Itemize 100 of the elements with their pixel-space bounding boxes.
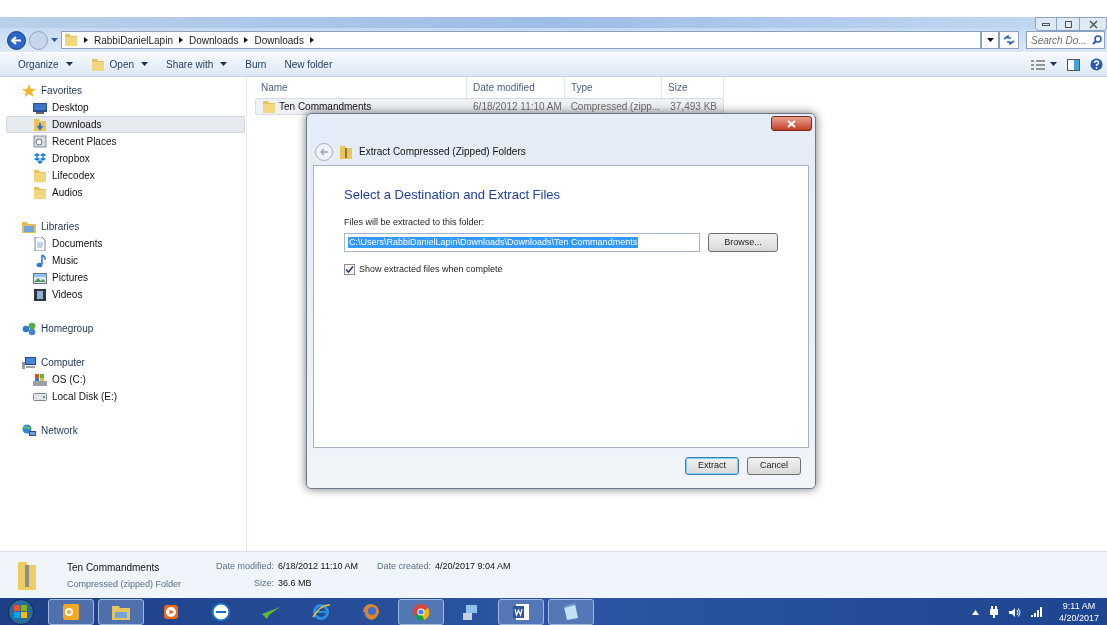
checkbox[interactable] <box>344 264 355 276</box>
refresh-icon <box>1003 35 1015 45</box>
sidebar-item[interactable]: Desktop <box>6 99 245 116</box>
drive-icon <box>33 372 47 387</box>
dropdown-caret-icon[interactable] <box>51 37 58 43</box>
picture-icon <box>33 270 47 285</box>
table-cell-text: 37,493 KB <box>670 100 717 114</box>
caret-icon <box>65 62 73 67</box>
detail-value: 4/20/2017 9:04 AM <box>435 560 511 573</box>
minimize-button[interactable] <box>1035 17 1057 31</box>
file-name: Ten Commandments <box>67 561 161 575</box>
sidebar-item[interactable]: Pictures <box>6 269 245 286</box>
sidebar-group[interactable]: Homegroup <box>6 320 245 337</box>
signal-bars-icon[interactable] <box>1030 607 1043 617</box>
detail-label: Date created: <box>377 560 432 573</box>
search-field[interactable]: Search Do... <box>1026 31 1105 49</box>
circle-logo-icon <box>211 602 231 622</box>
file-row[interactable]: Ten Commandments 6/18/2012 11:10 AM Compressed (zipp... 37,493 KB <box>255 98 724 115</box>
speaker-icon[interactable] <box>1008 606 1021 618</box>
caret-icon <box>141 62 149 67</box>
sidebar-group[interactable]: Libraries <box>6 218 245 235</box>
sidebar-item[interactable]: Music <box>6 252 245 269</box>
address-bar[interactable]: RabbiDanielLapin Downloads Downloads <box>61 31 981 49</box>
table-cell-text: Compressed (zipp... <box>570 100 661 114</box>
breadcrumb-item[interactable]: Downloads <box>188 32 239 48</box>
play-button-icon <box>161 602 181 622</box>
refresh-button[interactable] <box>999 31 1019 49</box>
sidebar-group[interactable]: Favorites <box>6 82 245 99</box>
globe-icon <box>22 423 36 438</box>
dialog-title: Extract Compressed (Zipped) Folders <box>359 145 526 159</box>
detail-value: 36.6 MB <box>278 576 313 590</box>
back-arrow-icon <box>319 147 329 156</box>
chrome-circle-icon <box>411 602 431 622</box>
caret-icon <box>1050 62 1057 67</box>
document-w-icon <box>511 602 531 622</box>
dialog-button[interactable]: Cancel <box>747 457 801 475</box>
notepad-icon <box>561 602 581 622</box>
show-hidden-icons-icon[interactable] <box>971 609 979 615</box>
restore-button[interactable] <box>1057 17 1079 31</box>
breadcrumb-arrow-icon[interactable] <box>309 37 314 43</box>
path-text: C:\Users\RabbiDanielLapin\Downloads\Downloads\Ten Commandments <box>348 237 639 248</box>
view-options-button[interactable] <box>1031 59 1057 70</box>
monitor-icon <box>461 602 481 622</box>
toolbar-button[interactable]: New folder <box>276 54 341 75</box>
sidebar-item[interactable]: Recent Places <box>6 133 245 150</box>
preview-pane-icon[interactable] <box>1067 58 1080 71</box>
folder-icon <box>64 33 78 47</box>
back-arrow-icon <box>11 35 22 45</box>
toolbar-button[interactable]: Share with <box>158 54 236 75</box>
library-icon <box>22 219 36 234</box>
close-icon <box>787 119 796 128</box>
zip-folder-icon <box>262 99 276 114</box>
dialog-close-button[interactable] <box>771 116 812 131</box>
browse-button[interactable]: Browse... <box>708 233 778 252</box>
power-plug-icon[interactable] <box>988 606 999 618</box>
table-cell-text: 6/18/2012 11:10 AM <box>473 100 562 114</box>
folder-icon <box>33 185 47 200</box>
history-dropdown-button[interactable] <box>981 31 999 49</box>
dialog-heading: Select a Destination and Extract Files <box>344 186 562 204</box>
fox-globe-icon <box>361 602 381 622</box>
monitor-icon <box>33 100 47 115</box>
zip-folder-icon <box>18 560 36 590</box>
zip-folder-icon <box>340 144 352 159</box>
help-icon[interactable] <box>1090 58 1103 71</box>
sidebar-item[interactable]: Lifecodex <box>6 167 245 184</box>
detail-label: Date modified: <box>215 560 275 573</box>
caret-icon <box>986 37 994 43</box>
detail-value: 6/18/2012 11:10 AM <box>278 560 359 573</box>
sidebar-item[interactable]: Documents <box>6 235 245 252</box>
toolbar-button[interactable]: Open <box>82 54 157 75</box>
sidebar-item[interactable]: Downloads <box>6 116 245 133</box>
sidebar-item[interactable]: Audios <box>6 184 245 201</box>
detail-label: Size: <box>253 576 275 590</box>
sidebar-item[interactable]: Local Disk (E:) <box>6 388 245 405</box>
breadcrumb-item[interactable]: RabbiDanielLapin <box>94 32 173 48</box>
breadcrumb-arrow-icon[interactable] <box>178 37 183 43</box>
breadcrumb-item[interactable]: Downloads <box>254 32 304 48</box>
date-text: 4/20/2017 <box>1058 612 1099 624</box>
start-button[interactable] <box>8 599 34 625</box>
breadcrumb-arrow-icon[interactable] <box>244 37 249 43</box>
close-button[interactable] <box>1079 17 1107 31</box>
checkbox-label: Show extracted files when complete <box>359 263 503 276</box>
computer-icon <box>22 355 36 370</box>
back-button[interactable] <box>7 30 26 50</box>
taskbar-button[interactable] <box>498 599 544 625</box>
star-icon <box>22 83 36 98</box>
e-letter-icon <box>311 602 331 622</box>
toolbar-button[interactable]: Burn <box>237 54 275 75</box>
toolbar-button[interactable]: Organize <box>10 54 81 75</box>
dialog-button[interactable]: Extract <box>685 457 739 475</box>
sidebar-group[interactable]: Network <box>6 422 245 439</box>
sidebar-item[interactable]: Videos <box>6 286 245 303</box>
time-text: 9:11 AM <box>1062 600 1096 612</box>
table-cell-text: Ten Commandments <box>279 100 372 114</box>
breadcrumb-arrow-icon[interactable] <box>84 37 88 43</box>
sidebar-item[interactable]: OS (C:) <box>6 371 245 388</box>
taskbar-button[interactable] <box>48 599 94 625</box>
field-label: Files will be extracted to this folder: <box>344 215 486 229</box>
sidebar-group[interactable]: Computer <box>6 354 245 371</box>
sidebar-item[interactable]: Dropbox <box>6 150 245 167</box>
